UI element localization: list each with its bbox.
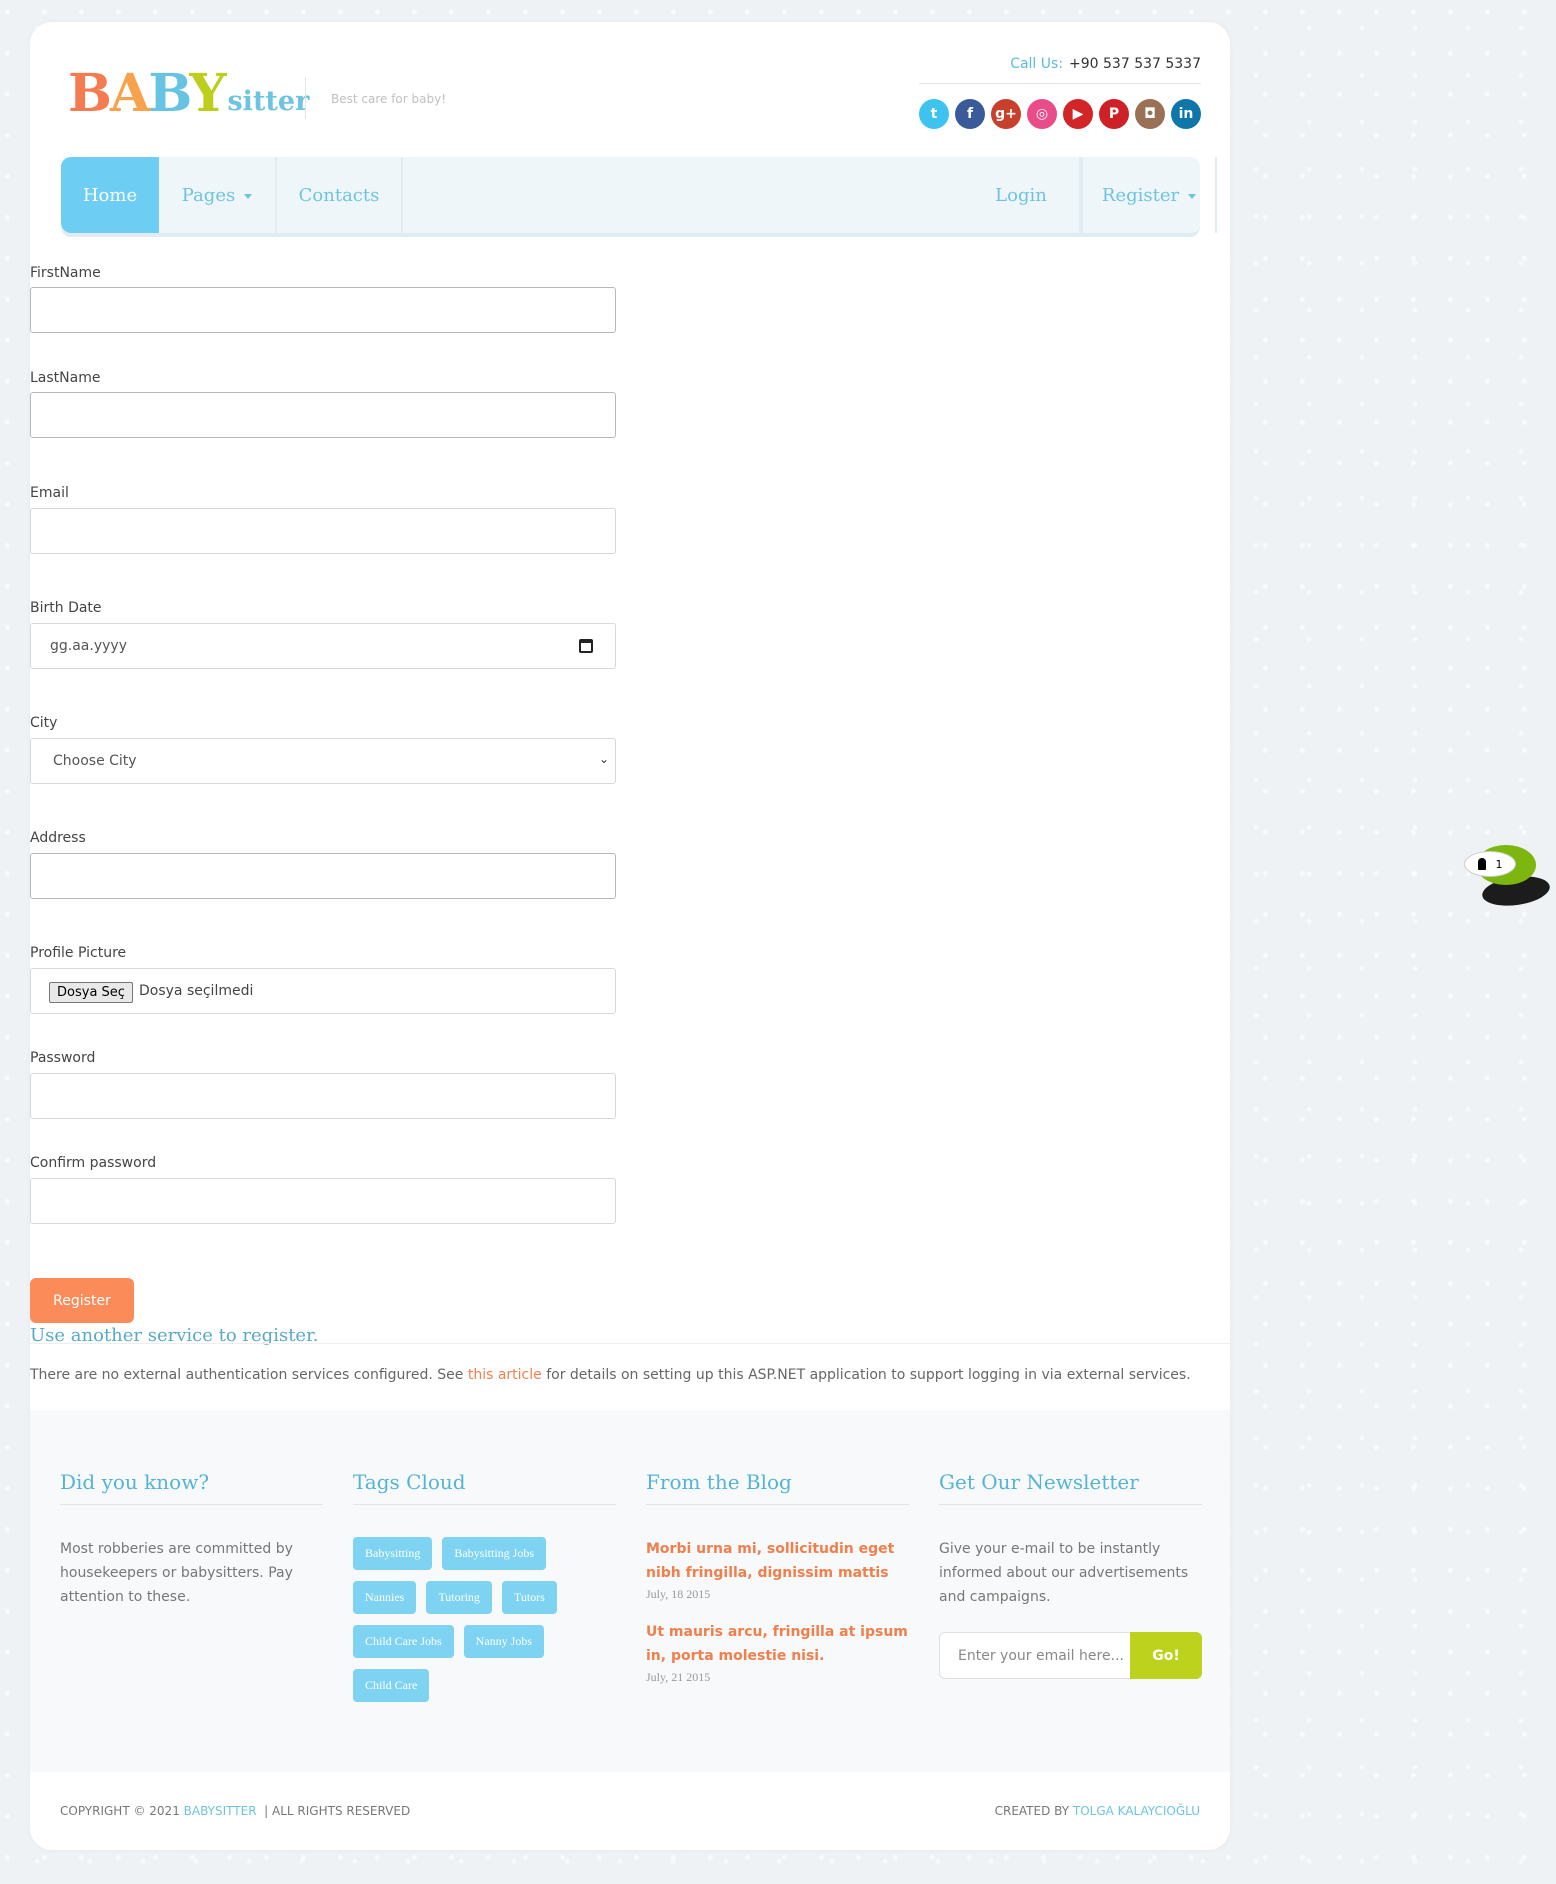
newsletter-form: Enter your email here... Go! (939, 1632, 1202, 1679)
tag-item[interactable]: Tutors (501, 1581, 557, 1614)
blog-post-title[interactable]: Morbi urna mi, sollicitudin eget nibh fr… (646, 1537, 909, 1585)
created-by: CREATED BY TOLGA KALAYCIOĞLU (994, 1804, 1200, 1818)
divider (30, 1343, 1230, 1344)
tag-item[interactable]: Babysitting Jobs (442, 1537, 547, 1570)
newsletter-submit-button[interactable]: Go! (1130, 1632, 1202, 1679)
password-input[interactable] (30, 1073, 616, 1119)
city-label: City (30, 715, 58, 731)
twitter-icon[interactable]: t (919, 99, 949, 129)
tag-item[interactable]: Babysitting (353, 1537, 433, 1570)
chevron-down-icon (244, 194, 253, 199)
call-us: Call Us: +90 537 537 5337 (1010, 56, 1201, 72)
confirm-password-label: Confirm password (30, 1155, 157, 1171)
tags-cloud: Tags Cloud Babysitting Babysitting Jobs Na… (353, 1470, 616, 1702)
birthdate-input[interactable]: gg.aa.yyyy (30, 623, 616, 669)
tagline: Best care for baby! (331, 92, 447, 106)
nav-login[interactable]: Login (963, 157, 1081, 233)
from-the-blog: From the Blog Morbi urna mi, sollicitudi… (646, 1470, 909, 1703)
chat-count: 1 (1495, 857, 1503, 871)
city-select[interactable]: Choose City ⌄ (30, 738, 616, 784)
author-link[interactable]: TOLGA KALAYCIOĞLU (1073, 1804, 1200, 1818)
tags-cloud-title: Tags Cloud (353, 1470, 616, 1505)
lastname-input[interactable] (30, 392, 616, 438)
confirm-password-input[interactable] (30, 1178, 616, 1224)
chevron-down-icon: ⌄ (598, 752, 609, 766)
blog-post: Ut mauris arcu, fringilla at ipsum in, p… (646, 1620, 909, 1685)
firstname-input[interactable] (30, 287, 616, 333)
nav-home[interactable]: Home (61, 157, 159, 233)
call-us-label: Call Us: (1010, 56, 1064, 72)
lastname-label: LastName (30, 370, 101, 386)
copyright: COPYRIGHT © 2021 BABYSITTER | ALL RIGHTS… (60, 1804, 411, 1818)
logo[interactable]: BABY sitter (68, 60, 309, 120)
tag-item[interactable]: Nanny Jobs (463, 1625, 545, 1658)
choose-file-button[interactable]: Dosya Seç (49, 982, 133, 1003)
facebook-icon[interactable]: f (955, 99, 985, 129)
did-you-know-title: Did you know? (60, 1470, 323, 1505)
dribbble-icon[interactable]: ◎ (1027, 99, 1057, 129)
google-plus-icon[interactable]: g+ (991, 99, 1021, 129)
header: BABY sitter Best care for baby! Call Us:… (30, 22, 1230, 157)
person-icon (1477, 858, 1486, 870)
page-container: BABY sitter Best care for baby! Call Us:… (30, 22, 1230, 1850)
pinterest-icon[interactable]: P (1099, 99, 1129, 129)
tag-item[interactable]: Child Care Jobs (353, 1625, 454, 1658)
newsletter-text: Give your e-mail to be instantly informe… (939, 1541, 1189, 1605)
newsletter: Get Our Newsletter Give your e-mail to b… (939, 1470, 1202, 1679)
chat-widget[interactable]: 1 (1464, 843, 1552, 910)
nav-pages-label: Pages (181, 184, 236, 206)
chat-count-badge: 1 (1464, 851, 1516, 877)
blog-post-date: July, 21 2015 (646, 1670, 711, 1684)
article-link[interactable]: this article (468, 1367, 542, 1383)
tag-item[interactable]: Child Care (353, 1669, 430, 1702)
password-label: Password (30, 1050, 96, 1066)
nav-register-label: Register (1101, 184, 1180, 206)
youtube-icon[interactable]: ▶ (1063, 99, 1093, 129)
register-button[interactable]: Register (30, 1278, 134, 1323)
blog-post-title[interactable]: Ut mauris arcu, fringilla at ipsum in, p… (646, 1620, 909, 1668)
email-input[interactable] (30, 508, 616, 554)
main-nav: Home Pages Contacts Login Register (61, 157, 1217, 237)
external-auth-note: There are no external authentication ser… (30, 1367, 1191, 1383)
firstname-label: FirstName (30, 265, 101, 281)
did-you-know: Did you know? Most robberies are committ… (60, 1470, 323, 1609)
blog-list: Morbi urna mi, sollicitudin eget nibh fr… (646, 1537, 909, 1685)
email-label: Email (30, 485, 69, 501)
blog-title: From the Blog (646, 1470, 909, 1505)
phone-number: +90 537 537 5337 (1069, 56, 1201, 72)
newsletter-email-input[interactable]: Enter your email here... (939, 1632, 1130, 1679)
tag-item[interactable]: Tutoring (426, 1581, 492, 1614)
blog-post: Morbi urna mi, sollicitudin eget nibh fr… (646, 1537, 909, 1602)
logo-divider (305, 77, 306, 119)
address-label: Address (30, 830, 86, 846)
profile-picture-input: Dosya Seç Dosya seçilmedi (30, 968, 616, 1014)
instagram-icon[interactable]: ◘ (1135, 99, 1165, 129)
calendar-icon[interactable] (579, 639, 593, 653)
header-divider (919, 83, 1201, 84)
picture-label: Profile Picture (30, 945, 127, 961)
tag-list: Babysitting Babysitting Jobs Nannies Tutori… (353, 1537, 616, 1702)
newsletter-title: Get Our Newsletter (939, 1470, 1202, 1505)
social-links: t f g+ ◎ ▶ P ◘ in (919, 99, 1201, 129)
linkedin-icon[interactable]: in (1171, 99, 1201, 129)
birthdate-placeholder: gg.aa.yyyy (50, 638, 127, 654)
did-you-know-text: Most robberies are committed by housekee… (60, 1541, 293, 1605)
brand-link[interactable]: BABYSITTER (184, 1804, 257, 1818)
chevron-down-icon (1188, 194, 1197, 199)
blog-post-date: July, 18 2015 (646, 1587, 711, 1601)
birthdate-label: Birth Date (30, 600, 102, 616)
nav-contacts[interactable]: Contacts (277, 157, 403, 233)
logo-baby: BABY (68, 63, 226, 124)
nav-pages[interactable]: Pages (159, 157, 277, 233)
logo-sitter: sitter (227, 86, 310, 117)
address-input[interactable] (30, 853, 616, 899)
tag-item[interactable]: Nannies (353, 1581, 417, 1614)
nav-register[interactable]: Register (1081, 157, 1217, 233)
footer: Did you know? Most robberies are committ… (30, 1410, 1230, 1772)
file-status: Dosya seçilmedi (139, 983, 254, 999)
city-selected-value: Choose City (53, 753, 137, 769)
